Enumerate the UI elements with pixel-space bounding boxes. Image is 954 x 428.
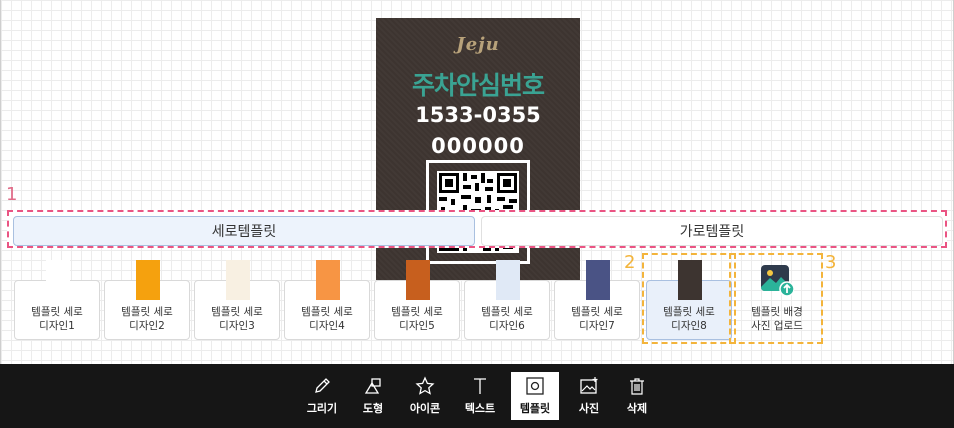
template-icon bbox=[526, 377, 544, 395]
photo-icon bbox=[580, 377, 598, 394]
star-icon bbox=[415, 376, 435, 395]
template-label: 템플릿 세로 디자인4 bbox=[301, 306, 353, 332]
template-swatch bbox=[586, 260, 610, 300]
template-card-7[interactable]: 템플릿 세로 디자인7 bbox=[554, 260, 640, 340]
editor-canvas[interactable]: Jeju 주차안심번호 1533-0355 000000 1 세로템플릿 가로템… bbox=[0, 0, 954, 364]
tool-label: 템플릿 bbox=[519, 402, 551, 415]
text-icon bbox=[474, 378, 486, 394]
sign-title: 주차안심번호 bbox=[411, 71, 545, 100]
upload-label: 템플릿 배경 사진 업로드 bbox=[751, 306, 803, 332]
annotation-1: 1 bbox=[6, 184, 18, 205]
tab-vertical-template[interactable]: 세로템플릿 bbox=[13, 216, 475, 246]
shapes-icon bbox=[364, 378, 381, 394]
tool-label: 삭제 bbox=[626, 402, 648, 415]
tool-shape-button[interactable]: 도형 bbox=[349, 372, 397, 420]
template-swatch bbox=[46, 260, 70, 300]
template-orientation-tabs: 세로템플릿 가로템플릿 bbox=[7, 210, 947, 248]
template-label: 템플릿 세로 디자인7 bbox=[571, 306, 623, 332]
template-swatch bbox=[678, 260, 702, 300]
tool-label: 텍스트 bbox=[464, 402, 496, 415]
image-upload-icon bbox=[761, 265, 794, 297]
annotation-3: 3 bbox=[825, 252, 837, 273]
template-swatch bbox=[406, 260, 430, 300]
template-card-3[interactable]: 템플릿 세로 디자인3 bbox=[194, 260, 280, 340]
template-label: 템플릿 세로 디자인2 bbox=[121, 306, 173, 332]
annotation-2: 2 bbox=[624, 252, 636, 273]
tool-label: 아이콘 bbox=[409, 402, 441, 415]
tool-label: 도형 bbox=[362, 402, 384, 415]
template-label: 템플릿 세로 디자인1 bbox=[31, 306, 83, 332]
sign-phone: 1533-0355 bbox=[415, 103, 541, 127]
template-card-4[interactable]: 템플릿 세로 디자인4 bbox=[284, 260, 370, 340]
tool-text-button[interactable]: 텍스트 bbox=[456, 372, 504, 420]
tool-photo-button[interactable]: 사진 bbox=[565, 372, 613, 420]
template-card-1[interactable]: 템플릿 세로 디자인1 bbox=[14, 260, 100, 340]
upload-background-button[interactable]: 템플릿 배경 사진 업로드 bbox=[734, 265, 820, 340]
sign-logo: Jeju bbox=[456, 34, 500, 55]
trash-icon bbox=[630, 378, 644, 395]
template-label: 템플릿 세로 디자인5 bbox=[391, 306, 443, 332]
tab-horizontal-template[interactable]: 가로템플릿 bbox=[481, 216, 943, 246]
tool-label: 사진 bbox=[578, 402, 600, 415]
template-label: 템플릿 세로 디자인3 bbox=[211, 306, 263, 332]
tool-draw-button[interactable]: 그리기 bbox=[298, 372, 346, 420]
bottom-toolbar: 그리기 도형 아이콘 텍스트 템플릿 사진 삭제 bbox=[0, 364, 954, 428]
template-card-5[interactable]: 템플릿 세로 디자인5 bbox=[374, 260, 460, 340]
template-card-8[interactable]: 템플릿 세로 디자인8 bbox=[646, 260, 732, 340]
tool-template-button[interactable]: 템플릿 bbox=[511, 372, 559, 420]
template-card-2[interactable]: 템플릿 세로 디자인2 bbox=[104, 260, 190, 340]
template-swatch bbox=[496, 260, 520, 300]
template-label: 템플릿 세로 디자인6 bbox=[481, 306, 533, 332]
pencil-icon bbox=[315, 378, 330, 393]
template-swatch bbox=[316, 260, 340, 300]
template-swatch bbox=[226, 260, 250, 300]
tool-label: 그리기 bbox=[306, 402, 338, 415]
template-swatch bbox=[136, 260, 160, 300]
sign-number: 000000 bbox=[431, 134, 525, 158]
template-card-6[interactable]: 템플릿 세로 디자인6 bbox=[464, 260, 550, 340]
template-label: 템플릿 세로 디자인8 bbox=[663, 306, 715, 332]
tool-icon-button[interactable]: 아이콘 bbox=[401, 372, 449, 420]
tool-delete-button[interactable]: 삭제 bbox=[613, 372, 661, 420]
